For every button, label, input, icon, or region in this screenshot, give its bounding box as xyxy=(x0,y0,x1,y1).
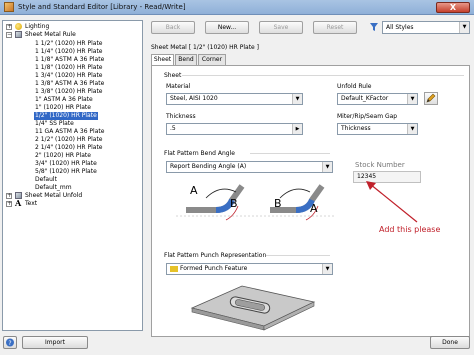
unfold-rule-value: Default_KFactor xyxy=(341,95,389,102)
punch-preview-image xyxy=(190,285,316,331)
unfold-rule-select[interactable]: Default_KFactor ▼ xyxy=(337,93,418,105)
bend-angle-select[interactable]: Report Bending Angle (A) ▼ xyxy=(166,161,333,173)
section-divider xyxy=(250,153,330,154)
bend-angle-value: Report Bending Angle (A) xyxy=(170,163,247,170)
text-style-icon: A xyxy=(15,198,22,208)
window-close-button[interactable]: X xyxy=(436,2,470,13)
tree-item[interactable]: 2 1/2" (1020) HR Plate xyxy=(35,136,103,144)
label-b-right: B xyxy=(274,197,282,210)
label-b-left: B xyxy=(230,197,238,210)
punch-select[interactable]: Formed Punch Feature ▼ xyxy=(166,263,333,275)
tree-item[interactable]: 1 1/8" ASTM A 36 Plate xyxy=(35,56,104,64)
filter-icon xyxy=(370,23,378,31)
chevron-down-icon: ▼ xyxy=(322,162,332,172)
stock-number-label: Stock Number xyxy=(355,161,405,169)
sheet-metal-icon xyxy=(15,31,22,38)
annotation-text: Add this please xyxy=(379,225,441,234)
label-a-right: A xyxy=(310,202,318,215)
svg-text:?: ? xyxy=(8,340,11,347)
chevron-down-icon: ▼ xyxy=(459,22,469,33)
tree-item[interactable]: 1 3/8" ASTM A 36 Plate xyxy=(35,80,104,88)
bend-angle-label: Flat Pattern Bend Angle xyxy=(164,150,235,157)
tab-bend[interactable]: Bend xyxy=(175,54,197,65)
tree-item[interactable]: 11 GA ASTM A 36 Plate xyxy=(35,128,104,136)
editor-window: + Lighting − Sheet Metal Rule 1 1/2" (10… xyxy=(0,15,474,355)
tree-item[interactable]: 3/4" (1020) HR Plate xyxy=(35,160,97,168)
chevron-right-icon: ▶ xyxy=(292,124,302,134)
tree-item[interactable]: 1" (1020) HR Plate xyxy=(35,104,91,112)
expand-icon[interactable]: + xyxy=(6,201,12,207)
label-a-left: A xyxy=(190,184,198,197)
thickness-input[interactable]: .5 ▶ xyxy=(166,123,303,135)
thickness-value: .5 xyxy=(170,125,176,132)
help-button[interactable]: ? xyxy=(3,336,17,349)
expand-icon[interactable]: + xyxy=(6,24,12,30)
tree-item[interactable]: 1 3/8" (1020) HR Plate xyxy=(35,88,103,96)
tree-item[interactable]: 1 1/8" (1020) HR Plate xyxy=(35,64,103,72)
style-title: Sheet Metal [ 1/2" (1020) HR Plate ] xyxy=(151,44,259,51)
save-button[interactable]: Save xyxy=(259,21,303,34)
edit-unfold-rule-button[interactable] xyxy=(424,92,438,105)
window-title: Style and Standard Editor [Library - Rea… xyxy=(18,3,186,11)
punch-label: Flat Pattern Punch Representation xyxy=(164,252,267,259)
import-button[interactable]: Import xyxy=(22,336,88,349)
material-label: Material xyxy=(166,83,191,90)
style-tree[interactable]: + Lighting − Sheet Metal Rule 1 1/2" (10… xyxy=(2,20,143,331)
done-button[interactable]: Done xyxy=(430,336,470,349)
tree-item-sheet-metal-rule[interactable]: Sheet Metal Rule xyxy=(25,31,76,39)
punch-value: Formed Punch Feature xyxy=(180,265,248,272)
collapse-icon[interactable]: − xyxy=(6,32,12,38)
tab-corner[interactable]: Corner xyxy=(198,54,226,65)
help-icon: ? xyxy=(6,338,14,347)
tree-item[interactable]: Default_mm xyxy=(35,184,72,192)
style-filter-select[interactable]: All Styles ▼ xyxy=(382,21,470,34)
expand-icon[interactable]: + xyxy=(6,193,12,199)
chevron-down-icon: ▼ xyxy=(322,264,332,274)
tree-item-lighting[interactable]: Lighting xyxy=(25,23,49,31)
app-icon xyxy=(4,2,14,12)
gap-select[interactable]: Thickness ▼ xyxy=(337,123,418,135)
tree-item[interactable]: 2 1/4" (1020) HR Plate xyxy=(35,144,103,152)
lighting-icon xyxy=(15,23,22,30)
annotation-arrow-icon xyxy=(366,181,418,223)
unfold-rule-label: Unfold Rule xyxy=(337,83,372,90)
tree-item[interactable]: 1/4" SS Plate xyxy=(35,120,74,128)
chevron-down-icon: ▼ xyxy=(407,94,417,104)
tree-item[interactable]: Default xyxy=(35,176,57,184)
material-value: Steel, AISI 1020 xyxy=(170,95,218,102)
back-button[interactable]: Back xyxy=(151,21,195,34)
sheet-section-label: Sheet xyxy=(164,72,182,79)
gap-value: Thickness xyxy=(341,125,371,132)
section-divider xyxy=(182,75,464,76)
tree-item[interactable]: 1 1/4" (1020) HR Plate xyxy=(35,48,103,56)
material-select[interactable]: Steel, AISI 1020 ▼ xyxy=(166,93,303,105)
pencil-icon xyxy=(426,93,436,103)
new-button[interactable]: New... xyxy=(205,21,249,34)
chevron-down-icon: ▼ xyxy=(407,124,417,134)
tree-item-sheet-metal-unfold[interactable]: Sheet Metal Unfold xyxy=(25,192,82,200)
title-bar: Style and Standard Editor [Library - Rea… xyxy=(0,0,474,15)
section-divider xyxy=(266,255,330,256)
tree-item[interactable]: 5/8" (1020) HR Plate xyxy=(35,168,97,176)
style-filter-value: All Styles xyxy=(386,24,414,31)
thickness-label: Thickness xyxy=(166,113,196,120)
gap-label: Miter/Rip/Seam Gap xyxy=(337,113,398,120)
tree-item[interactable]: 2" (1020) HR Plate xyxy=(35,152,91,160)
tree-item[interactable]: 1" ASTM A 36 Plate xyxy=(35,96,93,104)
tree-item[interactable]: 1 3/4" (1020) HR Plate xyxy=(35,72,103,80)
sheet-tab-panel: Sheet Material Steel, AISI 1020 ▼ Unfold… xyxy=(151,65,470,337)
chevron-down-icon: ▼ xyxy=(292,94,302,104)
tree-item[interactable]: 1 1/2" (1020) HR Plate xyxy=(35,40,103,48)
tree-item-selected[interactable]: 1/2" (1020) HR Plate xyxy=(34,112,98,120)
tree-item-text[interactable]: Text xyxy=(25,200,37,208)
formed-punch-icon xyxy=(170,265,178,272)
reset-button[interactable]: Reset xyxy=(313,21,357,34)
